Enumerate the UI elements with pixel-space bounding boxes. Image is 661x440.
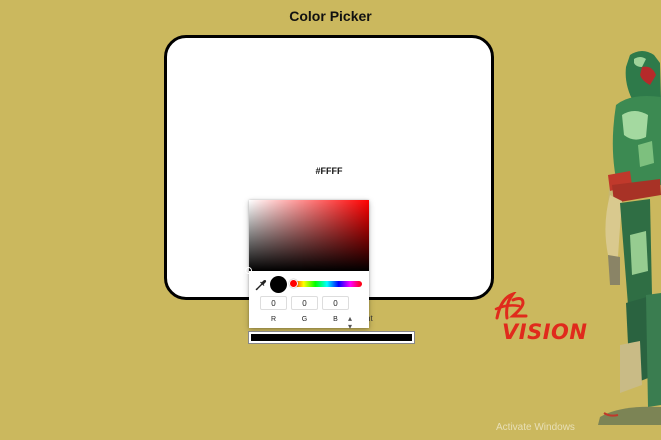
green-label: G bbox=[301, 316, 308, 323]
hue-slider[interactable] bbox=[289, 279, 362, 288]
saturation-cursor[interactable] bbox=[245, 267, 252, 274]
green-input[interactable] bbox=[291, 296, 318, 310]
activate-windows-watermark: Activate Windows bbox=[496, 422, 575, 433]
page-title: Color Picker bbox=[289, 8, 372, 24]
up-down-arrows-icon[interactable]: ▴ ▾ bbox=[348, 315, 352, 331]
character-illustration bbox=[598, 51, 661, 425]
logo-mark bbox=[494, 292, 528, 320]
selected-color-bar[interactable] bbox=[248, 331, 415, 344]
blue-label: B bbox=[333, 316, 338, 323]
logo-text: VISION bbox=[502, 320, 588, 344]
blue-input[interactable] bbox=[322, 296, 349, 310]
red-input[interactable] bbox=[260, 296, 287, 310]
saturation-panel[interactable] bbox=[245, 200, 369, 274]
hue-slider-thumb[interactable] bbox=[289, 279, 298, 288]
red-label: R bbox=[270, 316, 277, 323]
selected-color-fill bbox=[251, 334, 412, 341]
hex-value-label: #FFFF bbox=[315, 166, 343, 176]
eyedropper-icon[interactable] bbox=[255, 279, 267, 291]
color-picker-popover: R G B ▴▾ bbox=[245, 200, 369, 331]
current-color-swatch bbox=[270, 276, 287, 293]
